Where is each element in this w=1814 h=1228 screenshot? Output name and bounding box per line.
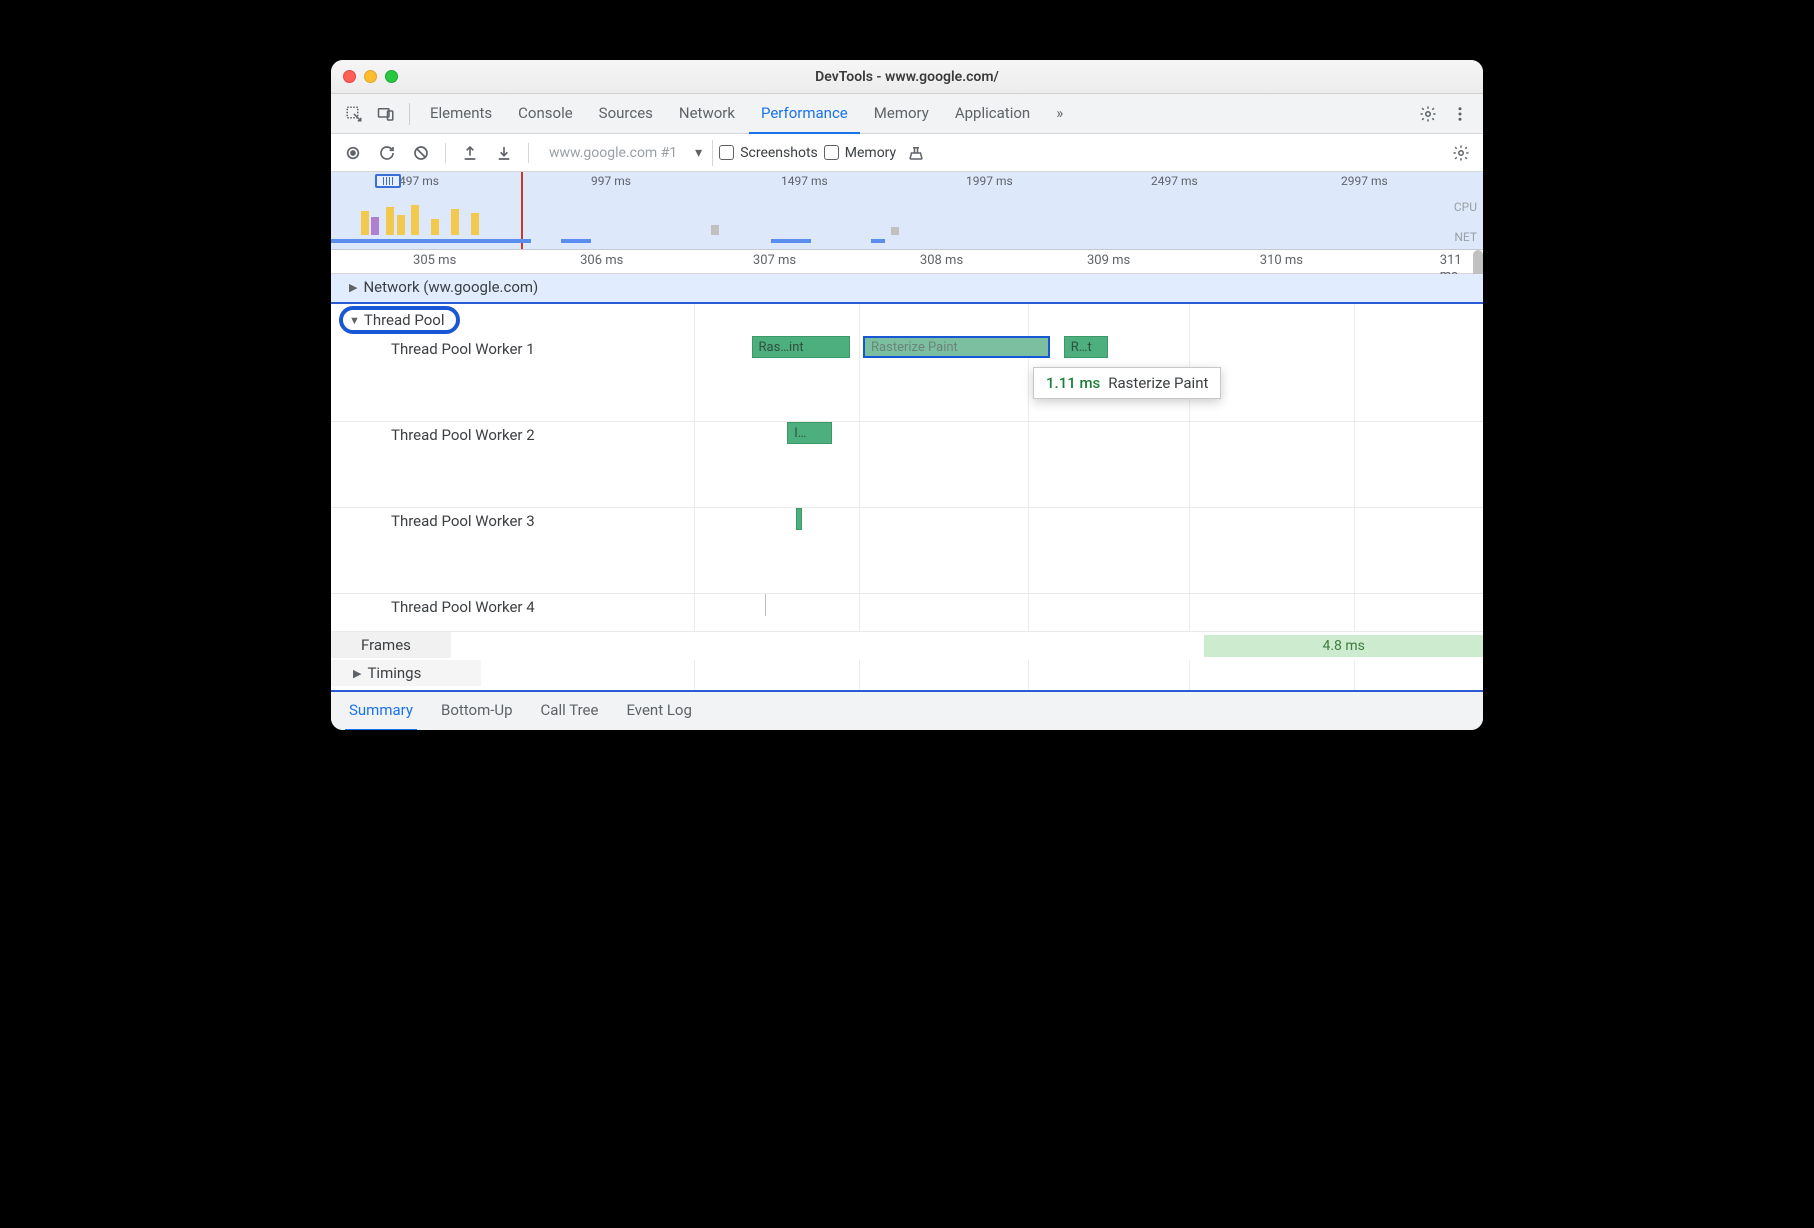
flame-event[interactable]: Ras…int — [752, 336, 850, 358]
flame-event[interactable] — [796, 508, 801, 530]
worker2-label: Thread Pool Worker 2 — [331, 422, 591, 448]
ruler-tick: 305 ms — [413, 253, 456, 268]
more-tabs-button[interactable]: » — [1044, 94, 1075, 134]
flame-event[interactable]: R…t — [1064, 336, 1109, 358]
net-bar — [561, 239, 591, 243]
detail-tab-calltree[interactable]: Call Tree — [537, 691, 603, 730]
flamechart-area[interactable]: ▶ Network (ww.google.com) ▼ Thread Pool … — [331, 274, 1483, 690]
recording-name: www.google.com #1 — [549, 145, 677, 161]
record-button-icon[interactable] — [339, 139, 367, 167]
overview-tick: 997 ms — [591, 174, 631, 188]
network-track[interactable]: ▶ Network (ww.google.com) — [331, 274, 1483, 304]
chevron-right-icon: ▶ — [353, 667, 361, 680]
ruler-tick: 307 ms — [753, 253, 796, 268]
minimize-window-button[interactable] — [364, 70, 377, 83]
devtools-window: DevTools - www.google.com/ Elements Cons… — [331, 60, 1483, 730]
flame-event-tiny[interactable] — [765, 594, 766, 616]
separator — [445, 143, 446, 163]
close-window-button[interactable] — [343, 70, 356, 83]
overview-tick: 1497 ms — [781, 174, 828, 188]
worker3-label: Thread Pool Worker 3 — [331, 508, 591, 534]
garbage-collect-icon[interactable] — [902, 139, 930, 167]
worker3-track[interactable]: Thread Pool Worker 3 — [331, 508, 1483, 594]
net-bar — [331, 239, 531, 243]
device-toggle-icon[interactable] — [371, 99, 401, 129]
range-handle[interactable] — [375, 174, 401, 188]
worker2-track[interactable]: Thread Pool Worker 2 I… — [331, 422, 1483, 508]
timings-track[interactable]: ▶ Timings — [331, 660, 1483, 690]
panel-tabbar: Elements Console Sources Network Perform… — [331, 94, 1483, 134]
tab-sources[interactable]: Sources — [587, 94, 665, 134]
overview-tick: 497 ms — [399, 174, 439, 188]
chevron-down-icon: ▼ — [349, 314, 360, 327]
performance-toolbar: www.google.com #1 ▾ Screenshots Memory — [331, 134, 1483, 172]
divider — [409, 103, 410, 125]
timings-label: ▶ Timings — [331, 660, 481, 686]
worker1-label: Thread Pool Worker 1 — [331, 336, 591, 362]
tab-network[interactable]: Network — [667, 94, 747, 134]
settings-icon[interactable] — [1413, 99, 1443, 129]
overview-tick: 1997 ms — [966, 174, 1013, 188]
kebab-menu-icon[interactable] — [1445, 99, 1475, 129]
net-bar — [771, 239, 811, 243]
window-controls — [343, 70, 398, 83]
download-icon[interactable] — [490, 139, 518, 167]
screenshots-checkbox[interactable]: Screenshots — [719, 145, 818, 161]
clear-icon[interactable] — [407, 139, 435, 167]
checkbox-icon — [719, 145, 734, 160]
memory-checkbox[interactable]: Memory — [824, 145, 896, 161]
screenshots-label: Screenshots — [740, 145, 818, 161]
recording-selector[interactable]: www.google.com #1 ▾ — [539, 140, 713, 166]
event-tooltip: 1.11 ms Rasterize Paint — [1033, 367, 1221, 399]
thread-pool-header[interactable]: ▼ Thread Pool — [339, 306, 460, 334]
flame-event-selected[interactable]: Rasterize Paint — [863, 336, 1050, 358]
memory-label: Memory — [845, 145, 896, 161]
cpu-activity — [331, 203, 1483, 235]
checkbox-icon — [824, 145, 839, 160]
window-title: DevTools - www.google.com/ — [815, 69, 999, 85]
network-track-label: ▶ Network (ww.google.com) — [331, 274, 591, 300]
tab-performance[interactable]: Performance — [749, 94, 860, 134]
tab-application[interactable]: Application — [943, 94, 1042, 134]
detail-tabbar: Summary Bottom-Up Call Tree Event Log — [331, 690, 1483, 730]
upload-icon[interactable] — [456, 139, 484, 167]
overview-tick: 2997 ms — [1341, 174, 1388, 188]
worker4-label: Thread Pool Worker 4 — [331, 594, 591, 620]
worker4-track[interactable]: Thread Pool Worker 4 — [331, 594, 1483, 632]
tooltip-name: Rasterize Paint — [1108, 374, 1208, 392]
worker1-track[interactable]: Thread Pool Worker 1 Ras…int Rasterize P… — [331, 336, 1483, 422]
tooltip-time: 1.11 ms — [1046, 374, 1100, 392]
thread-pool-label: Thread Pool — [364, 311, 445, 329]
chevron-down-icon: ▾ — [695, 145, 702, 161]
window-titlebar: DevTools - www.google.com/ — [331, 60, 1483, 94]
inspect-element-icon[interactable] — [339, 99, 369, 129]
ruler-tick: 309 ms — [1087, 253, 1130, 268]
frame-block[interactable]: 4.8 ms — [1204, 635, 1483, 657]
capture-settings-icon[interactable] — [1447, 139, 1475, 167]
tab-elements[interactable]: Elements — [418, 94, 504, 134]
timings-label-text: Timings — [367, 664, 421, 682]
detail-tab-bottomup[interactable]: Bottom-Up — [437, 691, 517, 730]
detail-tab-eventlog[interactable]: Event Log — [622, 691, 695, 730]
network-label-text: Network (ww.google.com) — [363, 278, 538, 296]
frames-track[interactable]: Frames 4.8 ms — [331, 632, 1483, 660]
flame-event[interactable]: I… — [787, 422, 832, 444]
reload-record-icon[interactable] — [373, 139, 401, 167]
ruler-tick: 308 ms — [920, 253, 963, 268]
timeline-ruler[interactable]: 305 ms 306 ms 307 ms 308 ms 309 ms 310 m… — [331, 250, 1483, 274]
detail-tab-summary[interactable]: Summary — [345, 691, 417, 730]
overview-tick: 2497 ms — [1151, 174, 1198, 188]
separator — [528, 143, 529, 163]
zoom-window-button[interactable] — [385, 70, 398, 83]
net-bar — [871, 239, 885, 243]
chevron-right-icon: ▶ — [349, 281, 357, 294]
timeline-overview[interactable]: 497 ms 997 ms 1497 ms 1997 ms 2497 ms 29… — [331, 172, 1483, 250]
tab-console[interactable]: Console — [506, 94, 585, 134]
frames-label: Frames — [331, 632, 451, 658]
tab-memory[interactable]: Memory — [862, 94, 941, 134]
ruler-tick: 306 ms — [580, 253, 623, 268]
ruler-tick: 310 ms — [1260, 253, 1303, 268]
